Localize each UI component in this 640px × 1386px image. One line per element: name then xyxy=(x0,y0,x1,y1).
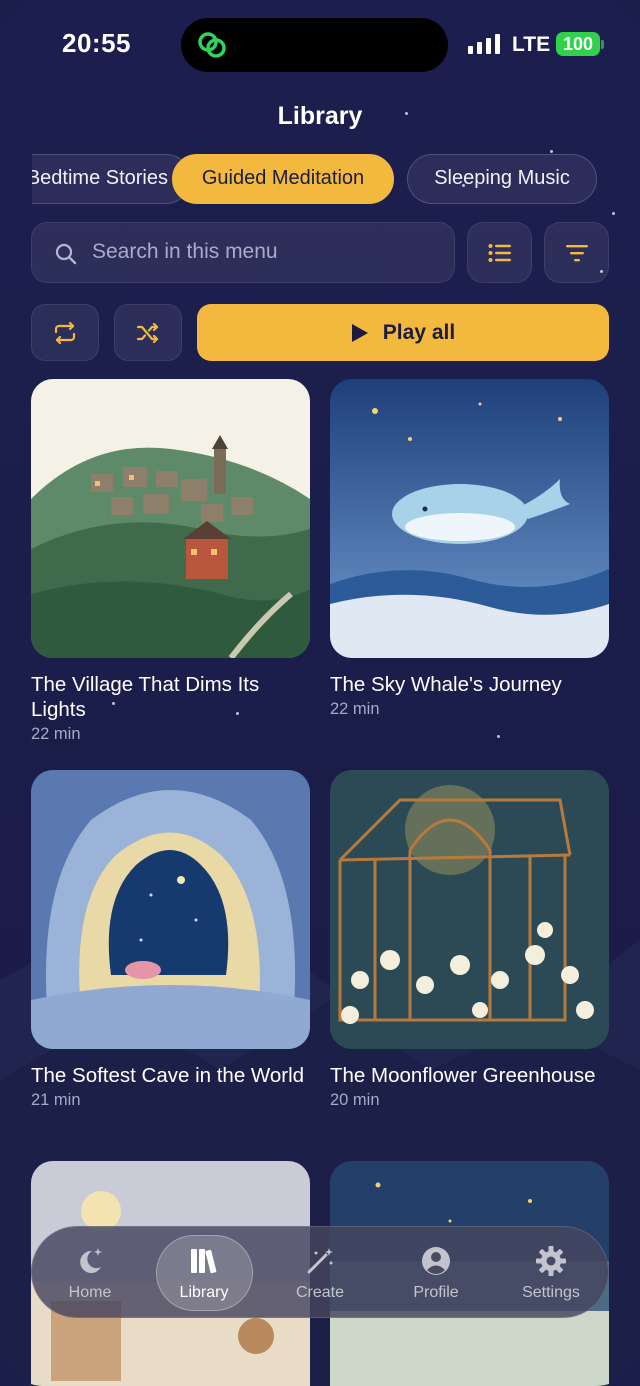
story-title: The Village That Dims Its Lights xyxy=(31,673,260,721)
nav-item-create[interactable]: Create xyxy=(270,1227,370,1319)
play-all-button[interactable]: Play all xyxy=(197,304,609,361)
nav-label: Home xyxy=(68,1284,112,1301)
nav-label: Settings xyxy=(522,1284,580,1301)
repeat-button[interactable] xyxy=(31,304,99,361)
dynamic-island xyxy=(181,18,448,72)
tab-bedtime-stories[interactable]: Bedtime Stories xyxy=(32,154,191,204)
nav-label: Library xyxy=(179,1284,229,1301)
battery-icon: 100 xyxy=(556,32,600,56)
play-icon xyxy=(351,323,368,342)
nav-item-profile[interactable]: Profile xyxy=(386,1227,486,1319)
app-activity-icon xyxy=(198,32,226,58)
story-title: The Softest Cave in the World xyxy=(31,1064,305,1087)
battery-tip xyxy=(601,40,604,49)
list-view-button[interactable] xyxy=(467,222,532,283)
person-icon xyxy=(422,1247,450,1275)
story-duration: 21 min xyxy=(31,1091,81,1109)
story-thumbnail-greenhouse xyxy=(330,770,609,1049)
sort-icon xyxy=(565,244,588,261)
repeat-icon xyxy=(54,321,76,344)
story-title: The Moonflower Greenhouse xyxy=(330,1064,596,1087)
story-thumbnail-village xyxy=(31,379,310,658)
signal-icon xyxy=(468,34,500,54)
story-thumbnail-cave xyxy=(31,770,310,1049)
search-bar[interactable] xyxy=(31,222,455,283)
story-duration: 22 min xyxy=(31,725,81,743)
nav-item-settings[interactable]: Settings xyxy=(501,1227,601,1319)
shuffle-button[interactable] xyxy=(114,304,182,361)
books-icon xyxy=(191,1249,217,1274)
story-card[interactable]: The Sky Whale's Journey 22 min xyxy=(330,379,609,719)
story-card[interactable]: The Village That Dims Its Lights 22 min xyxy=(31,379,310,744)
nav-label: Profile xyxy=(413,1284,459,1301)
sort-button[interactable] xyxy=(544,222,609,283)
story-title: The Sky Whale's Journey xyxy=(330,673,562,696)
page-title: Library xyxy=(277,102,363,130)
search-input[interactable] xyxy=(92,223,442,281)
tab-sleeping-music[interactable]: Sleeping Music xyxy=(407,154,597,204)
play-all-label: Play all xyxy=(382,320,456,344)
story-duration: 20 min xyxy=(330,1091,380,1109)
search-icon xyxy=(55,243,77,265)
shuffle-icon xyxy=(136,322,159,343)
story-duration: 22 min xyxy=(330,700,380,718)
story-thumbnail-sky-whale xyxy=(330,379,609,658)
category-tabs: Bedtime Stories Guided Meditation Sleepi… xyxy=(32,154,608,206)
status-time: 20:55 xyxy=(62,28,131,58)
tab-guided-meditation[interactable]: Guided Meditation xyxy=(172,154,394,204)
bottom-nav: Home Library Create Profile Settings xyxy=(31,1226,609,1318)
nav-label: Create xyxy=(295,1284,345,1301)
app-screen: 20:55 LTE 100 Library Bedtime Stories Gu… xyxy=(0,0,640,1386)
story-card[interactable]: The Moonflower Greenhouse 20 min xyxy=(330,770,609,1110)
story-card[interactable]: The Softest Cave in the World 21 min xyxy=(31,770,310,1110)
moon-stars-icon xyxy=(80,1248,102,1273)
list-icon xyxy=(488,243,511,262)
magic-wand-icon xyxy=(307,1248,333,1274)
network-type: LTE xyxy=(512,33,551,56)
nav-item-home[interactable]: Home xyxy=(40,1227,140,1319)
nav-item-library[interactable]: Library xyxy=(154,1227,254,1319)
gear-icon xyxy=(536,1246,566,1276)
